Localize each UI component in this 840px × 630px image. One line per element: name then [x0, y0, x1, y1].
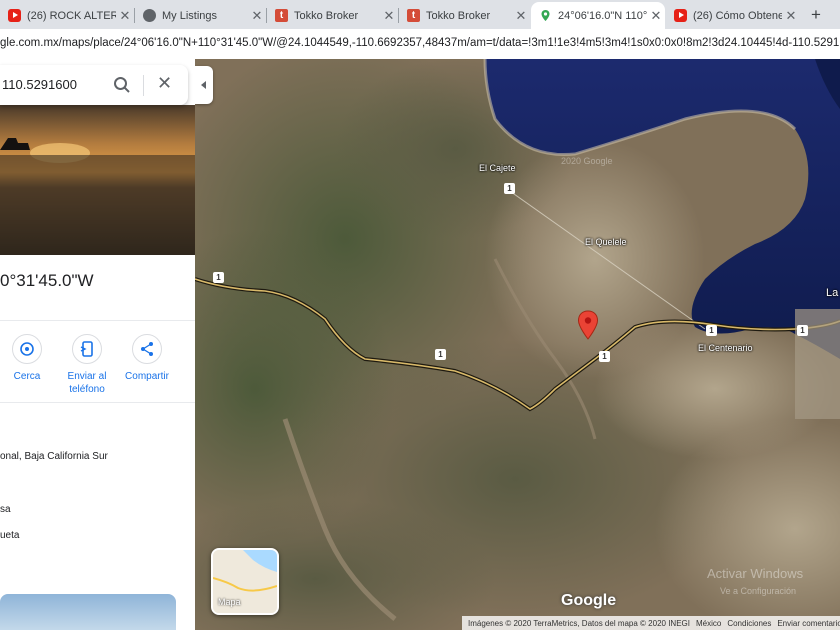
tab-title: My Listings [162, 9, 218, 22]
info-line[interactable]: sa [0, 504, 11, 515]
tab-close-icon[interactable]: ✕ [782, 8, 800, 24]
tab-close-icon[interactable]: ✕ [248, 8, 266, 24]
tab-my-listings[interactable]: My Listings ✕ [135, 2, 266, 29]
minimap-label: Mapa [218, 597, 241, 607]
globe-icon [143, 9, 156, 22]
tab-title: (26) ROCK ALTERNATIVE [27, 9, 116, 22]
share-icon [132, 334, 162, 364]
new-tab-button[interactable]: + [806, 5, 826, 25]
youtube-icon [674, 9, 687, 22]
highway-shield: 1 [797, 325, 808, 336]
place-photo[interactable] [0, 105, 195, 255]
maps-icon [541, 10, 550, 21]
highway-shield: 1 [706, 325, 717, 336]
highway-shield: 1 [599, 351, 610, 362]
activate-windows-watermark: Activar Windows [707, 566, 804, 581]
place-label-el-centenario[interactable]: El Centenario [698, 343, 753, 353]
send-to-phone-label: Enviar al teléfono [67, 371, 107, 395]
address-bar[interactable]: gle.com.mx/maps/place/24°06'16.0"N+110°3… [0, 29, 840, 60]
highway-shield: 1 [435, 349, 446, 360]
location-pin-icon[interactable] [577, 310, 599, 345]
tab-maps-location[interactable]: 24°06'16.0"N 110°31'45.0"W ✕ [531, 2, 665, 29]
map-layer-toggle[interactable]: Mapa [211, 548, 279, 615]
collapse-panel-button[interactable] [195, 66, 213, 104]
search-divider [143, 75, 144, 96]
url-text[interactable]: gle.com.mx/maps/place/24°06'16.0"N+110°3… [0, 37, 840, 49]
info-line[interactable]: ueta [0, 530, 19, 541]
place-label-el-quelele[interactable]: El Quelele [585, 237, 627, 247]
highway-shield: 1 [504, 183, 515, 194]
tab-close-icon[interactable]: ✕ [116, 8, 134, 24]
search-input[interactable]: 110.5291600 [2, 77, 77, 92]
browser-tab-strip: (26) ROCK ALTERNATIVE ✕ My Listings ✕ t … [0, 0, 840, 29]
search-icon[interactable] [113, 76, 131, 94]
nearby-button[interactable]: Cerca [0, 334, 57, 383]
tokko-icon: t [407, 9, 420, 22]
attribution-feedback[interactable]: Enviar comentarios [777, 619, 840, 628]
place-label-la-paz[interactable]: La [826, 287, 838, 299]
send-to-phone-icon [72, 334, 102, 364]
map-attribution-bar: Imágenes © 2020 TerraMetrics, Datos del … [462, 616, 840, 630]
divider [0, 402, 195, 403]
search-box[interactable]: 110.5291600 ✕ [0, 65, 188, 105]
tab-title: Tokko Broker [426, 9, 491, 22]
nearby-icon [12, 334, 42, 364]
google-logo: Google [561, 592, 617, 609]
tab-title: (26) Cómo Obtener [693, 9, 782, 22]
tab-como-obtener[interactable]: (26) Cómo Obtener ✕ [666, 2, 800, 29]
highway-shield: 1 [213, 272, 224, 283]
youtube-icon [8, 9, 21, 22]
divider [0, 320, 195, 321]
nearby-label: Cerca [13, 371, 41, 382]
place-label-el-cajete[interactable]: El Cajete [479, 163, 516, 173]
tab-rock-alternative[interactable]: (26) ROCK ALTERNATIVE ✕ [0, 2, 134, 29]
clear-search-icon[interactable]: ✕ [157, 73, 172, 94]
tab-tokko-broker-2[interactable]: t Tokko Broker ✕ [399, 2, 530, 29]
share-button[interactable]: Compartir [117, 334, 177, 383]
sunset-boat-photo [0, 105, 195, 255]
tab-close-icon[interactable]: ✕ [380, 8, 398, 24]
tab-close-icon[interactable]: ✕ [512, 8, 530, 24]
attribution-terms[interactable]: Condiciones [727, 619, 771, 628]
coordinates-title: 0°31'45.0"W [0, 271, 94, 290]
send-to-phone-button[interactable]: Enviar al teléfono [57, 334, 117, 396]
tokko-icon: t [275, 9, 288, 22]
preview-image[interactable] [0, 594, 176, 630]
tab-title: 24°06'16.0"N 110°31'45.0"W [558, 9, 647, 22]
map-copyright-overlay: 2020 Google [561, 156, 613, 166]
tab-tokko-broker-1[interactable]: t Tokko Broker ✕ [267, 2, 398, 29]
attribution-imagery: Imágenes © 2020 TerraMetrics, Datos del … [468, 618, 690, 628]
attribution-country[interactable]: México [696, 619, 721, 628]
share-label: Compartir [125, 371, 169, 382]
address-line[interactable]: onal, Baja California Sur [0, 451, 108, 462]
tab-close-icon[interactable]: ✕ [647, 8, 665, 24]
side-panel: 110.5291600 ✕ 0°31'45.0"W Cerca Enviar a… [0, 59, 195, 630]
activate-windows-subtext: Ve a Configuración [720, 586, 797, 596]
satellite-map[interactable]: El Cajete El Quelele El Centenario La 20… [195, 59, 840, 630]
tab-title: Tokko Broker [294, 9, 359, 22]
